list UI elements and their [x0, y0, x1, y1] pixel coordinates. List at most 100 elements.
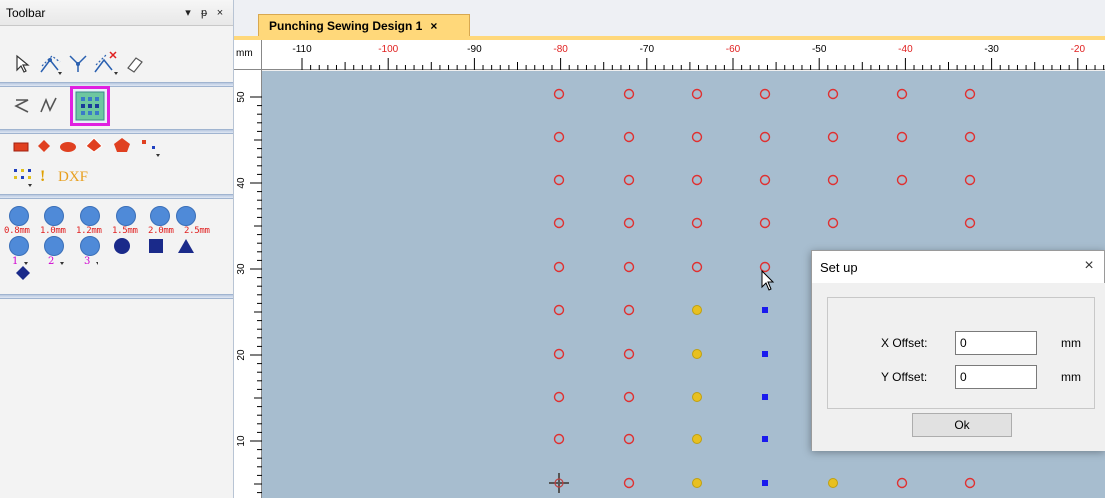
punch-hole — [896, 88, 908, 100]
punch-hole — [964, 477, 976, 489]
ruler-top-label: -60 — [726, 44, 741, 55]
punch-size-icon[interactable] — [44, 206, 64, 226]
punch-preset-icon[interactable] — [9, 236, 29, 256]
x-offset-input[interactable] — [955, 331, 1037, 355]
ruler-left-label: 50 — [236, 91, 247, 103]
document-tabbar: Punching Sewing Design 1 × — [234, 0, 1105, 38]
dropdown-icon[interactable]: ▾ — [181, 6, 195, 19]
toolbar-separator — [0, 82, 233, 87]
ruler-top-label: -30 — [984, 44, 999, 55]
punch-array-button[interactable] — [70, 86, 110, 126]
punch-hole — [623, 217, 635, 229]
tab-punching-sewing-design[interactable]: Punching Sewing Design 1 × — [258, 14, 470, 36]
punch-hole — [827, 131, 839, 143]
punch-hole — [553, 88, 565, 100]
ruler-top: -110 -100 -90 -80 -70 -60 -50 -40 -30 -20 — [262, 40, 1105, 70]
y-offset-input[interactable] — [955, 365, 1037, 389]
dialog-title: Set up — [820, 260, 858, 275]
punch-hole — [964, 217, 976, 229]
punch-hole — [896, 477, 908, 489]
ruler-left-label: 40 — [236, 177, 247, 189]
punch-hole — [827, 174, 839, 186]
rounded-diamond-shape-icon[interactable] — [84, 136, 104, 154]
rectangle-shape-icon[interactable] — [12, 140, 30, 154]
punch-hole — [759, 174, 771, 186]
curve-stitch-icon[interactable] — [38, 94, 60, 116]
split-node-icon[interactable] — [68, 52, 90, 76]
punch-preset-icon[interactable] — [80, 236, 100, 256]
ruler-left: 50 40 30 20 10 — [234, 70, 262, 498]
tab-title: Punching Sewing Design 1 — [269, 18, 423, 33]
warning-icon[interactable]: ! — [40, 168, 45, 186]
ruler-top-label: -110 — [292, 44, 312, 55]
punch-hole — [691, 261, 703, 273]
punch-hole — [964, 88, 976, 100]
x-offset-unit: mm — [1061, 336, 1081, 350]
pentagon-shape-icon[interactable] — [112, 136, 132, 154]
punch-hole — [553, 217, 565, 229]
blue-marker — [762, 394, 768, 400]
punch-hole — [623, 433, 635, 445]
select-arrow-icon[interactable] — [14, 54, 32, 74]
punch-hole — [553, 348, 565, 360]
dialog-close-icon[interactable]: × — [1080, 257, 1098, 275]
diamond-shape-icon[interactable] — [36, 138, 52, 154]
punch-hole — [553, 131, 565, 143]
toolbar-separator — [0, 129, 233, 134]
punch-preset-icon[interactable] — [44, 236, 64, 256]
punch-hole — [896, 131, 908, 143]
punch-hole — [553, 304, 565, 316]
offset-group: X Offset: mm Y Offset: mm — [827, 297, 1095, 409]
setup-dialog: Set up × X Offset: mm Y Offset: mm Ok — [811, 250, 1105, 451]
origin-crosshair-icon — [549, 473, 569, 493]
ellipse-shape-icon[interactable] — [58, 140, 78, 154]
point-shape-icon[interactable] — [140, 136, 162, 160]
punch-size-icon[interactable] — [9, 206, 29, 226]
blue-marker — [762, 351, 768, 357]
dxf-import-button[interactable]: DXF — [58, 169, 88, 186]
punch-size-label: 2.0mm — [148, 226, 174, 236]
filled-diamond-icon[interactable] — [14, 264, 32, 282]
close-icon[interactable]: × — [213, 7, 227, 19]
punch-size-icon[interactable] — [176, 206, 196, 226]
punch-hole — [964, 131, 976, 143]
selected-hole — [692, 305, 702, 315]
punch-hole — [759, 131, 771, 143]
scatter-points-icon[interactable] — [12, 166, 34, 190]
delete-node-icon[interactable] — [92, 50, 120, 76]
punch-size-label: 2.5mm — [184, 226, 210, 236]
zigzag-stitch-icon[interactable] — [12, 96, 34, 116]
pin-icon[interactable]: ᵽ — [197, 7, 211, 19]
punch-hole — [623, 261, 635, 273]
toolbar-separator — [0, 194, 233, 199]
node-edit-icon[interactable] — [38, 52, 64, 76]
selected-hole — [692, 349, 702, 359]
punch-size-icon[interactable] — [80, 206, 100, 226]
punch-size-label: 1.5mm — [112, 226, 138, 236]
punch-hole — [623, 477, 635, 489]
ruler-top-label: -90 — [467, 44, 482, 55]
filled-circle-icon[interactable] — [112, 236, 132, 256]
punch-hole — [553, 261, 565, 273]
punch-hole — [827, 217, 839, 229]
blue-marker — [762, 480, 768, 486]
punch-hole — [896, 174, 908, 186]
punch-hole — [623, 174, 635, 186]
blue-marker — [762, 307, 768, 313]
close-tab-icon[interactable]: × — [430, 19, 437, 33]
eraser-icon[interactable] — [124, 54, 146, 74]
punch-size-icon[interactable] — [150, 206, 170, 226]
punch-hole — [691, 131, 703, 143]
ok-button[interactable]: Ok — [912, 413, 1012, 437]
punch-hole — [691, 88, 703, 100]
ruler-left-ticks: 50 40 30 20 10 — [236, 91, 262, 494]
filled-square-icon[interactable] — [146, 236, 166, 256]
punch-size-icon[interactable] — [116, 206, 136, 226]
punch-hole — [691, 174, 703, 186]
filled-triangle-icon[interactable] — [176, 236, 196, 256]
punch-array-icon — [75, 91, 105, 121]
punch-hole — [623, 88, 635, 100]
punch-hole — [691, 217, 703, 229]
punch-hole — [553, 174, 565, 186]
ruler-top-ticks: -110 -100 -90 -80 -70 -60 -50 -40 -30 -20 — [292, 44, 1105, 70]
